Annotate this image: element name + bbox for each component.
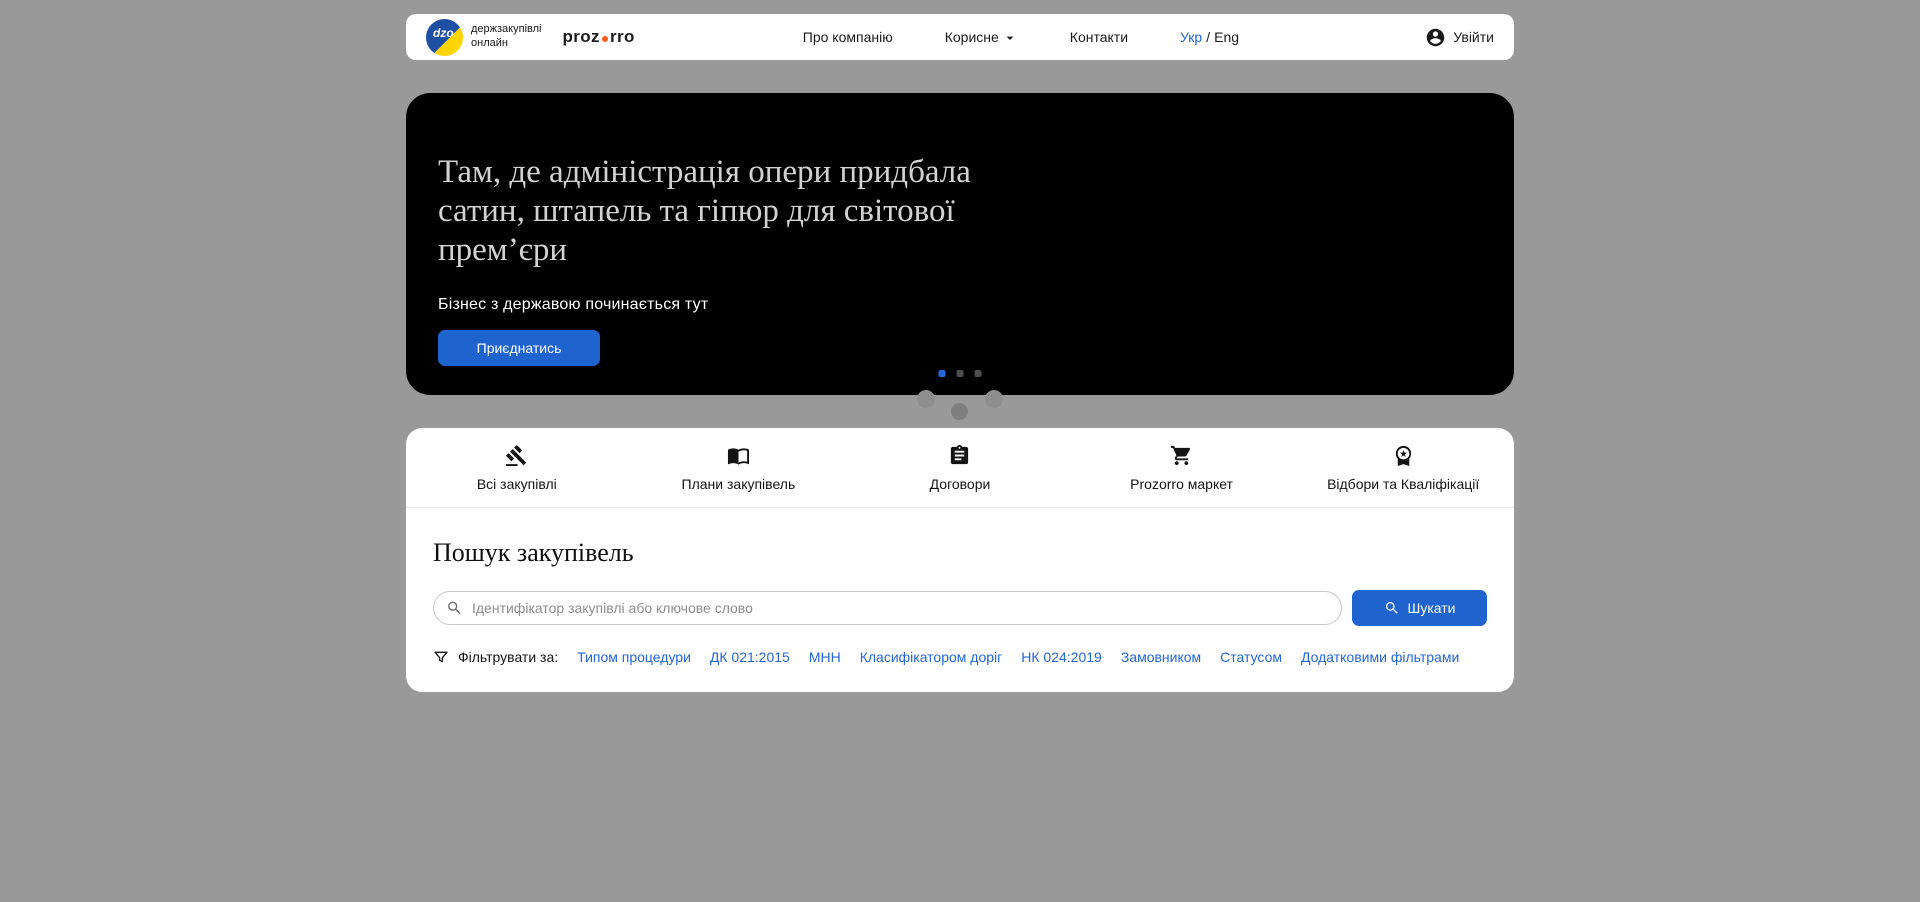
- category-tabs: Всі закупівлі Плани закупівель Договори …: [406, 428, 1514, 508]
- login-label: Увійти: [1453, 29, 1494, 45]
- tab-all-purchases[interactable]: Всі закупівлі: [406, 428, 628, 507]
- spinner-dot: [917, 390, 935, 408]
- filter-row: Фільтрувати за: Типом процедури ДК 021:2…: [433, 649, 1487, 665]
- prozorro-logo-left: proz: [562, 27, 599, 47]
- search-icon: [1384, 600, 1400, 616]
- tab-contracts[interactable]: Договори: [849, 428, 1071, 507]
- filter-head: Фільтрувати за:: [433, 649, 558, 665]
- join-button[interactable]: Приєднатись: [438, 330, 600, 366]
- filter-additional[interactable]: Додатковими фільтрами: [1301, 649, 1459, 665]
- medal-icon: [1392, 444, 1415, 467]
- nav-useful-label: Корисне: [945, 29, 999, 45]
- search-icon: [446, 600, 463, 617]
- search-title: Пошук закупівель: [433, 538, 1487, 568]
- prozorro-dot-icon: [602, 36, 608, 42]
- gavel-icon: [505, 444, 528, 467]
- prozorro-logo-right: rro: [610, 27, 635, 47]
- filter-dk-021-2015[interactable]: ДК 021:2015: [710, 649, 790, 665]
- filter-procedure-type[interactable]: Типом процедури: [577, 649, 691, 665]
- tab-label: Плани закупівель: [682, 476, 796, 492]
- tab-label: Відбори та Кваліфікації: [1327, 476, 1479, 492]
- top-navbar: dzo держзакупівлі онлайн proz rro Про ко…: [406, 14, 1514, 60]
- contract-icon: [948, 444, 971, 467]
- lang-ukr[interactable]: Укр: [1180, 29, 1202, 45]
- dzo-tagline: держзакупівлі онлайн: [471, 23, 541, 51]
- carousel-dot-1[interactable]: [939, 370, 946, 377]
- tab-procurement-plans[interactable]: Плани закупівель: [628, 428, 850, 507]
- filter-icon: [433, 649, 449, 665]
- nav-about-company[interactable]: Про компанію: [803, 29, 893, 45]
- lang-separator: /: [1206, 29, 1210, 45]
- search-section: Пошук закупівель Шукати Фільтрувати за: …: [406, 508, 1514, 692]
- tab-label: Договори: [930, 476, 991, 492]
- hero-subtitle: Бізнес з державою починається тут: [438, 296, 1474, 314]
- search-row: Шукати: [433, 590, 1487, 626]
- spinner-dot: [985, 390, 1003, 408]
- nav-contacts[interactable]: Контакти: [1070, 29, 1128, 45]
- filter-customer[interactable]: Замовником: [1121, 649, 1201, 665]
- filter-nk-024-2019[interactable]: НК 024:2019: [1021, 649, 1102, 665]
- user-icon: [1425, 27, 1446, 48]
- loading-spinner: [917, 390, 1003, 420]
- tab-label: Prozorro маркет: [1130, 476, 1233, 492]
- dzo-tagline-line1: держзакупівлі: [471, 23, 541, 37]
- carousel-dot-2[interactable]: [957, 370, 964, 377]
- hero-title-line3: прем’єри: [438, 231, 1474, 270]
- main-nav: Про компанію Корисне Контакти: [803, 29, 1128, 46]
- nav-useful[interactable]: Корисне: [945, 29, 1018, 46]
- login-button[interactable]: Увійти: [1425, 27, 1494, 48]
- carousel-dot-3[interactable]: [975, 370, 982, 377]
- carousel-dots: [939, 370, 982, 377]
- dzo-logo-icon: dzo: [426, 19, 463, 56]
- dzo-logo[interactable]: dzo держзакупівлі онлайн: [426, 19, 541, 56]
- search-input[interactable]: [433, 591, 1342, 625]
- page: dzo держзакупівлі онлайн proz rro Про ко…: [406, 14, 1514, 692]
- hero-banner: Там, де адміністрація опери придбала сат…: [406, 93, 1514, 395]
- lang-eng[interactable]: Eng: [1214, 29, 1239, 45]
- search-button[interactable]: Шукати: [1352, 590, 1487, 626]
- search-button-label: Шукати: [1408, 600, 1456, 616]
- filter-status[interactable]: Статусом: [1220, 649, 1282, 665]
- open-book-icon: [727, 444, 750, 467]
- filter-label: Фільтрувати за:: [458, 649, 558, 665]
- main-card: Всі закупівлі Плани закупівель Договори …: [406, 428, 1514, 692]
- filter-road-classifier[interactable]: Класифікатором доріг: [860, 649, 1003, 665]
- tab-prozorro-market[interactable]: Prozorro маркет: [1071, 428, 1293, 507]
- hero-title: Там, де адміністрація опери придбала сат…: [438, 153, 1474, 270]
- prozorro-logo[interactable]: proz rro: [562, 27, 634, 47]
- tab-selections-qualifications[interactable]: Відбори та Кваліфікації: [1292, 428, 1514, 507]
- tab-label: Всі закупівлі: [477, 476, 557, 492]
- hero-title-line2: сатин, штапель та гіпюр для світової: [438, 192, 1474, 231]
- dzo-logo-text: dzo: [433, 26, 454, 40]
- search-input-wrap: [433, 591, 1342, 625]
- dzo-tagline-line2: онлайн: [471, 37, 541, 51]
- chevron-down-icon: [1002, 30, 1018, 46]
- filter-mnn[interactable]: МНН: [809, 649, 841, 665]
- cart-icon: [1170, 444, 1193, 467]
- language-switcher: Укр / Eng: [1180, 29, 1239, 45]
- hero-title-line1: Там, де адміністрація опери придбала: [438, 153, 1474, 192]
- spinner-dot: [951, 403, 968, 420]
